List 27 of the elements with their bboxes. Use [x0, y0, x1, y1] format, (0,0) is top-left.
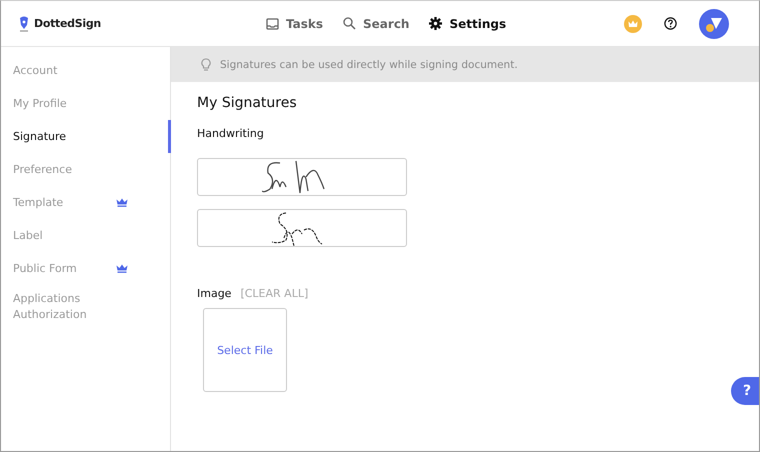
select-file-button[interactable]: Select File [203, 308, 287, 392]
sidebar-item[interactable]: Template [1, 186, 171, 219]
sidebar-item[interactable]: Signature [1, 120, 171, 153]
clear-all-link[interactable]: [CLEAR ALL] [240, 287, 308, 300]
help-icon[interactable] [664, 17, 677, 30]
logo-text: DottedSign [34, 17, 101, 30]
sidebar-item[interactable]: Preference [1, 153, 171, 186]
nav-tab[interactable]: Tasks [266, 16, 324, 30]
avatar[interactable] [699, 8, 729, 38]
sidebar-item[interactable]: Public Form [1, 252, 171, 285]
help-button[interactable]: ? [731, 377, 759, 405]
search-icon [343, 17, 356, 30]
notice-text: Signatures can be used directly while signing document. [220, 58, 518, 70]
subsection-title: Image [197, 287, 232, 300]
pen-nib-icon [19, 16, 29, 32]
inbox-icon [266, 18, 279, 30]
signature-card[interactable] [197, 158, 407, 196]
nav-tab[interactable]: Search [343, 16, 410, 30]
settings-icon [429, 17, 442, 30]
sidebar-item[interactable]: Applications Authorization [1, 285, 171, 329]
subsection-title: Handwriting [197, 127, 265, 140]
lightbulb-icon [201, 58, 211, 72]
section-title: My Signatures [197, 95, 298, 111]
nav-tab[interactable]: Settings [429, 16, 506, 30]
sidebar-item[interactable]: Label [1, 219, 171, 252]
sidebar-item[interactable]: Account [1, 54, 171, 87]
sidebar-item[interactable]: My Profile [1, 87, 171, 120]
